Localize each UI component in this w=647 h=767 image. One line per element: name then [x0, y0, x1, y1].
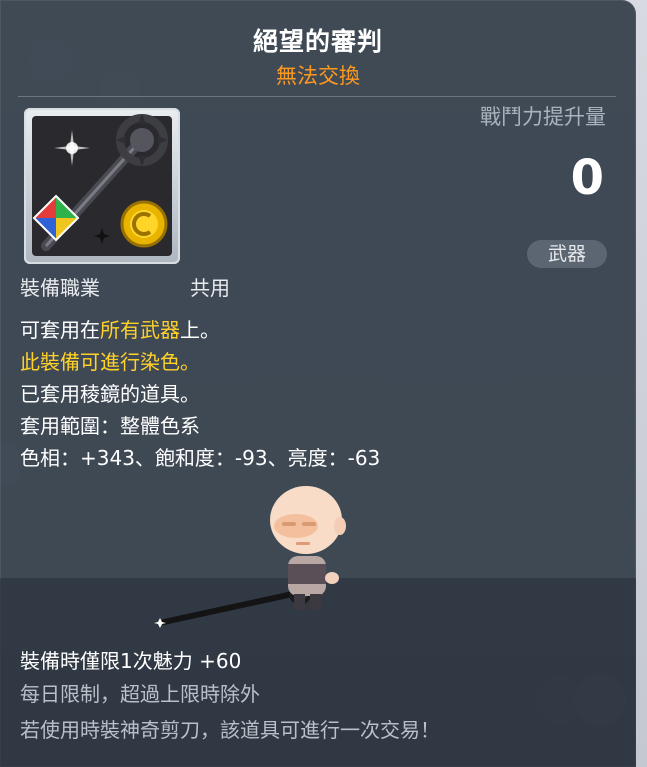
scepter-item-icon — [32, 114, 172, 256]
description-line-5: 色相：+343、飽和度：-93、亮度：-63 — [20, 446, 381, 470]
description-line-2: 此裝備可進行染色。 — [20, 350, 200, 374]
divider — [18, 96, 616, 97]
combat-power-value: 0 — [570, 150, 604, 206]
scissors-trade-text: 若使用時裝神奇剪刀，該道具可進行一次交易！ — [20, 718, 440, 742]
character-preview — [150, 480, 370, 634]
equip-job-value: 共用 — [190, 276, 230, 300]
item-category-badge: 武器 — [527, 240, 607, 268]
item-icon-frame — [24, 108, 180, 264]
character-avatar-icon — [154, 486, 346, 628]
description-line-1-suffix: 上。 — [180, 318, 220, 342]
combat-power-label: 戰鬥力提升量 — [480, 105, 606, 129]
equip-job-label: 裝備職業 — [20, 276, 100, 300]
item-tooltip: 絕望的審判 無法交換 戰鬥力提升量 0 武器 裝備職業 共用 可套用在所有武器上… — [0, 0, 636, 767]
charm-bonus-text: 裝備時僅限1次魅力 +60 — [20, 649, 242, 673]
item-name: 絕望的審判 — [252, 27, 383, 56]
trade-status: 無法交換 — [276, 64, 360, 88]
daily-limit-text: 每日限制，超過上限時除外 — [20, 682, 260, 706]
description-line-3: 已套用稜鏡的道具。 — [20, 382, 200, 406]
description-line-4: 套用範圍：整體色系 — [20, 414, 200, 438]
description-line-1: 可套用在所有武器上。 — [20, 314, 220, 343]
description-line-1-prefix: 可套用在 — [20, 318, 100, 342]
description-line-1-highlight: 所有武器 — [100, 318, 180, 342]
